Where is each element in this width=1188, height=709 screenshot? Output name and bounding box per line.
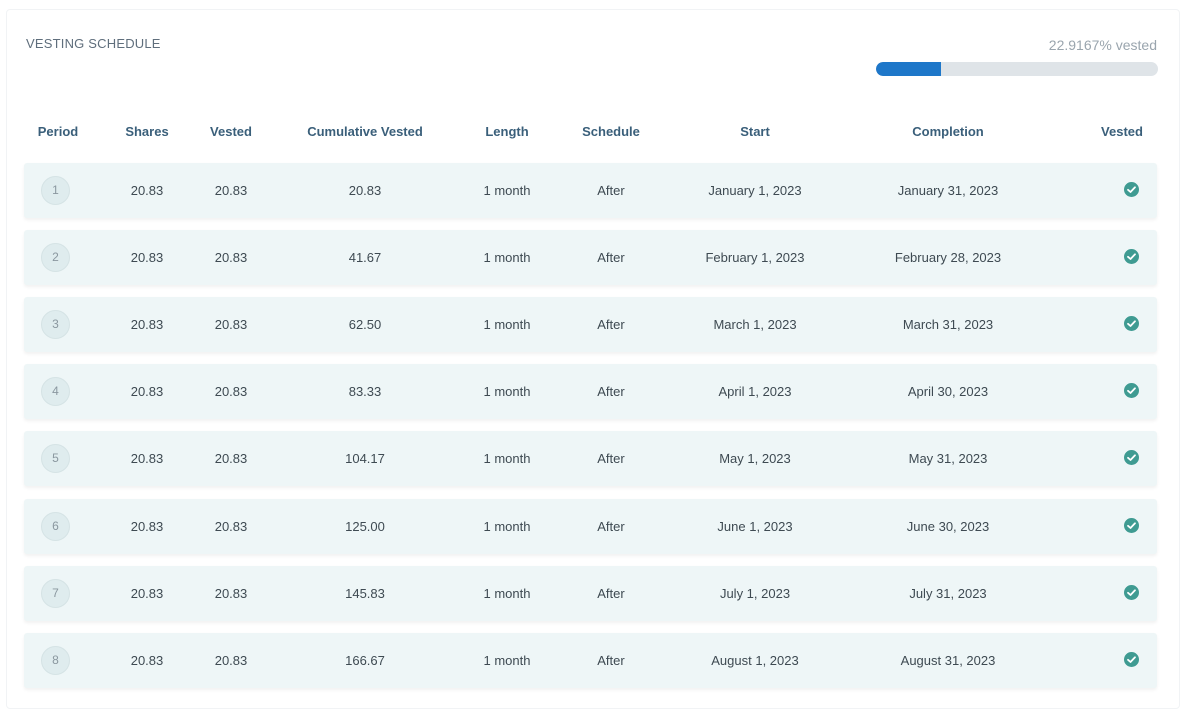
check-circle-icon xyxy=(1124,652,1139,667)
schedule-cell: After xyxy=(597,183,625,198)
table-row[interactable]: 3 20.83 20.83 62.50 1 month After March 1, 202… xyxy=(24,297,1157,352)
start-date-cell: August 1, 2023 xyxy=(711,653,799,668)
schedule-cell: After xyxy=(597,384,625,399)
shares-cell: 20.83 xyxy=(130,384,164,399)
shares-cell: 20.83 xyxy=(130,317,164,332)
start-date-cell: April 1, 2023 xyxy=(718,384,792,399)
length-cell: 1 month xyxy=(483,183,531,198)
section-title: VESTING SCHEDULE xyxy=(26,36,161,51)
col-header-completion[interactable]: Completion xyxy=(912,124,984,142)
completion-date-cell: August 31, 2023 xyxy=(900,653,996,668)
period-badge: 7 xyxy=(41,579,70,608)
length-cell: 1 month xyxy=(483,384,531,399)
vested-cell: 20.83 xyxy=(214,183,248,198)
vested-cell: 20.83 xyxy=(214,317,248,332)
table-row[interactable]: 2 20.83 20.83 41.67 1 month After February 1, … xyxy=(24,230,1157,285)
check-circle-icon xyxy=(1124,249,1139,264)
check-circle-icon xyxy=(1124,518,1139,533)
completion-date-cell: April 30, 2023 xyxy=(907,384,989,399)
col-header-schedule[interactable]: Schedule xyxy=(582,124,640,142)
vesting-progress-bar xyxy=(876,62,1158,76)
shares-cell: 20.83 xyxy=(130,183,164,198)
period-badge: 3 xyxy=(41,310,70,339)
completion-date-cell: March 31, 2023 xyxy=(902,317,994,332)
length-cell: 1 month xyxy=(483,451,531,466)
start-date-cell: February 1, 2023 xyxy=(705,250,805,265)
cumulative-vested-cell: 145.83 xyxy=(345,586,385,601)
table-row[interactable]: 7 20.83 20.83 145.83 1 month After July 1, 202… xyxy=(24,566,1157,621)
check-circle-icon xyxy=(1124,316,1139,331)
col-header-cumulative-vested[interactable]: Cumulative Vested xyxy=(307,124,423,142)
col-header-start[interactable]: Start xyxy=(740,124,770,142)
shares-cell: 20.83 xyxy=(130,451,164,466)
length-cell: 1 month xyxy=(483,653,531,668)
length-cell: 1 month xyxy=(483,519,531,534)
vested-cell: 20.83 xyxy=(214,519,248,534)
table-row[interactable]: 1 20.83 20.83 20.83 1 month After January 1, 2… xyxy=(24,163,1157,218)
cumulative-vested-cell: 125.00 xyxy=(345,519,385,534)
schedule-cell: After xyxy=(597,451,625,466)
cumulative-vested-cell: 41.67 xyxy=(348,250,382,265)
shares-cell: 20.83 xyxy=(130,586,164,601)
schedule-cell: After xyxy=(597,653,625,668)
cumulative-vested-cell: 20.83 xyxy=(348,183,382,198)
length-cell: 1 month xyxy=(483,250,531,265)
vested-cell: 20.83 xyxy=(214,653,248,668)
cumulative-vested-cell: 62.50 xyxy=(348,317,382,332)
start-date-cell: May 1, 2023 xyxy=(719,451,791,466)
schedule-cell: After xyxy=(597,317,625,332)
check-circle-icon xyxy=(1124,182,1139,197)
check-circle-icon xyxy=(1124,585,1139,600)
start-date-cell: July 1, 2023 xyxy=(719,586,791,601)
table-row[interactable]: 4 20.83 20.83 83.33 1 month After April 1, 202… xyxy=(24,364,1157,419)
period-badge: 8 xyxy=(41,646,70,675)
shares-cell: 20.83 xyxy=(130,653,164,668)
col-header-length[interactable]: Length xyxy=(485,124,528,142)
check-circle-icon xyxy=(1124,383,1139,398)
period-badge: 2 xyxy=(41,243,70,272)
vested-cell: 20.83 xyxy=(214,586,248,601)
vested-percent-label: 22.9167% vested xyxy=(1048,37,1157,53)
table-row[interactable]: 8 20.83 20.83 166.67 1 month After August 1, 2… xyxy=(24,633,1157,688)
period-badge: 5 xyxy=(41,444,70,473)
vested-cell: 20.83 xyxy=(214,451,248,466)
start-date-cell: June 1, 2023 xyxy=(717,519,793,534)
start-date-cell: March 1, 2023 xyxy=(713,317,797,332)
schedule-cell: After xyxy=(597,586,625,601)
cumulative-vested-cell: 83.33 xyxy=(348,384,382,399)
col-header-vested[interactable]: Vested xyxy=(210,124,252,142)
completion-date-cell: January 31, 2023 xyxy=(897,183,999,198)
table-row[interactable]: 6 20.83 20.83 125.00 1 month After June 1, 202… xyxy=(24,499,1157,554)
schedule-cell: After xyxy=(597,250,625,265)
col-header-period[interactable]: Period xyxy=(38,124,78,142)
vested-cell: 20.83 xyxy=(214,384,248,399)
cumulative-vested-cell: 104.17 xyxy=(345,451,385,466)
length-cell: 1 month xyxy=(483,586,531,601)
period-badge: 1 xyxy=(41,176,70,205)
completion-date-cell: February 28, 2023 xyxy=(894,250,1002,265)
period-badge: 6 xyxy=(41,512,70,541)
length-cell: 1 month xyxy=(483,317,531,332)
shares-cell: 20.83 xyxy=(130,250,164,265)
col-header-shares[interactable]: Shares xyxy=(125,124,168,142)
vested-cell: 20.83 xyxy=(214,250,248,265)
col-header-vested-status[interactable]: Vested xyxy=(1101,124,1143,142)
completion-date-cell: July 31, 2023 xyxy=(909,586,987,601)
cumulative-vested-cell: 166.67 xyxy=(345,653,385,668)
period-badge: 4 xyxy=(41,377,70,406)
table-row[interactable]: 5 20.83 20.83 104.17 1 month After May 1, 2023… xyxy=(24,431,1157,486)
start-date-cell: January 1, 2023 xyxy=(708,183,802,198)
check-circle-icon xyxy=(1124,450,1139,465)
completion-date-cell: June 30, 2023 xyxy=(906,519,990,534)
vesting-progress-fill xyxy=(876,62,941,76)
shares-cell: 20.83 xyxy=(130,519,164,534)
schedule-cell: After xyxy=(597,519,625,534)
completion-date-cell: May 31, 2023 xyxy=(908,451,988,466)
